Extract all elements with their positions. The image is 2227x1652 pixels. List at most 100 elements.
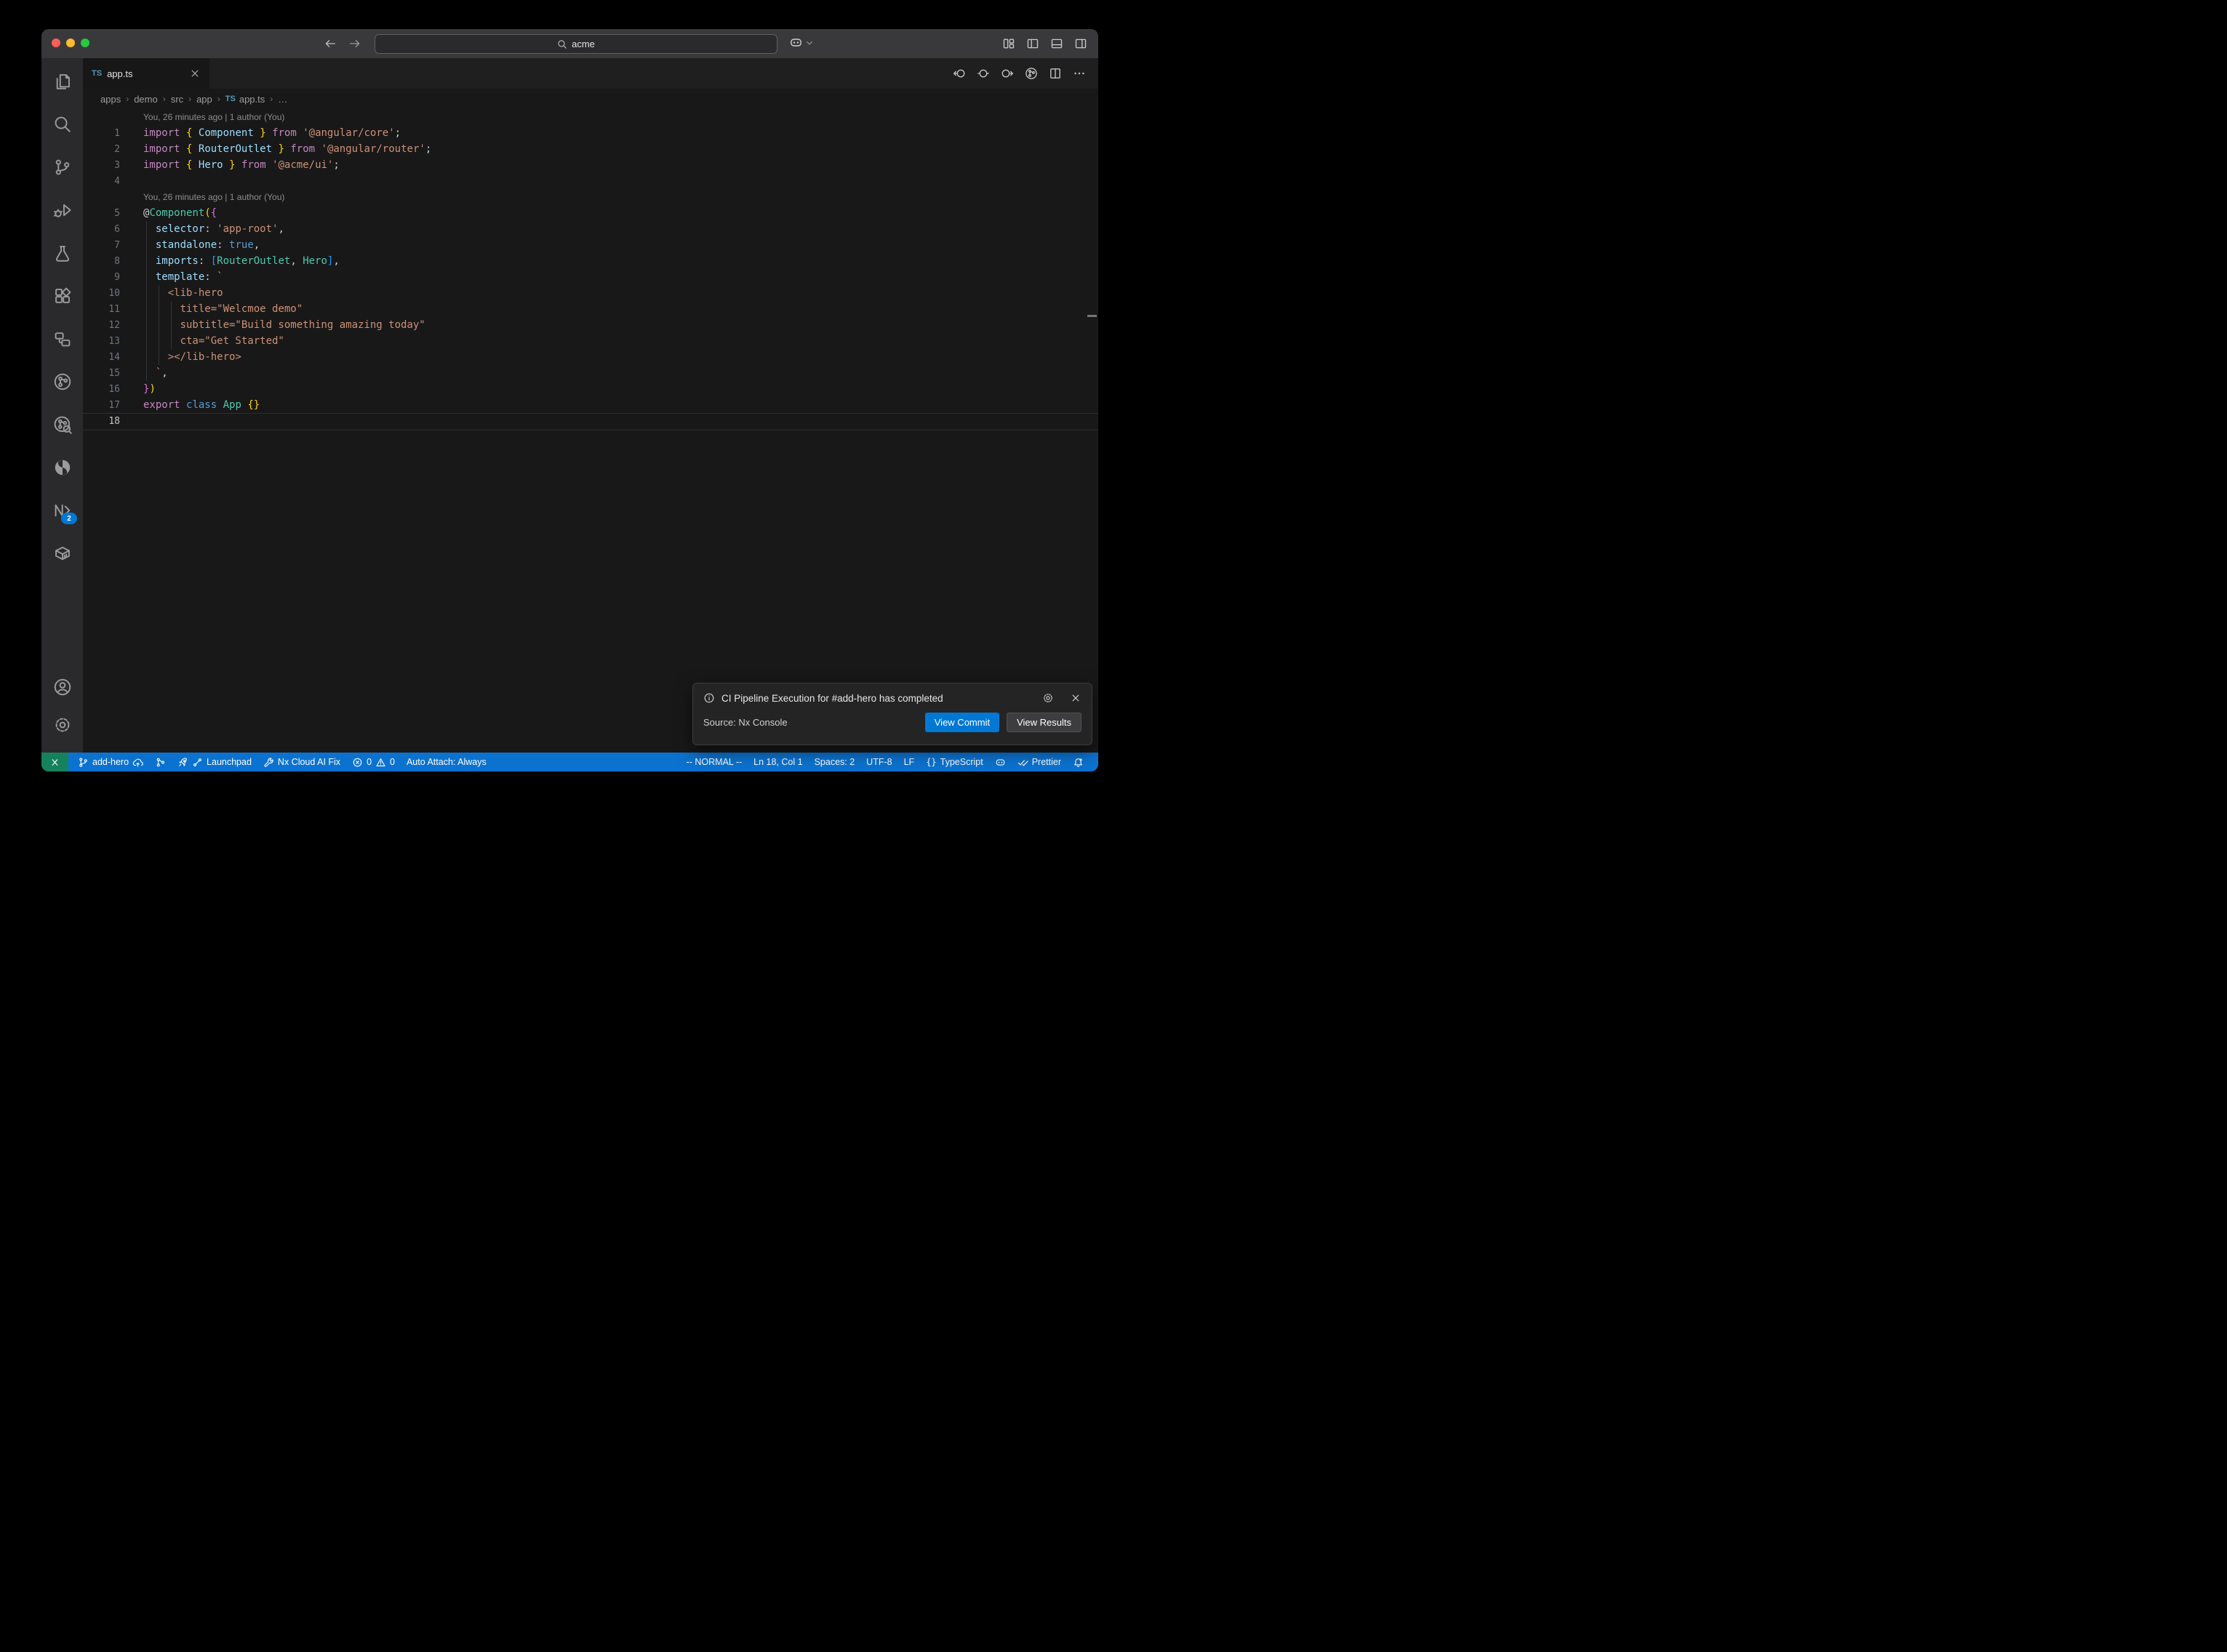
line-number[interactable]: 7 <box>83 240 120 251</box>
git-blame-annotation[interactable]: You, 26 minutes ago | 1 author (You) <box>83 109 1098 125</box>
code-line-16[interactable]: 16}) <box>83 381 1098 397</box>
close-window-button[interactable] <box>52 39 60 47</box>
line-number[interactable]: 18 <box>83 416 120 427</box>
line-number[interactable]: 12 <box>83 320 120 331</box>
code-line-8[interactable]: 8 imports: [RouterOutlet, Hero], <box>83 253 1098 269</box>
line-number[interactable]: 6 <box>83 224 120 235</box>
commit-graph-icon[interactable] <box>1025 67 1038 80</box>
activitybar-item-accounts[interactable] <box>41 668 83 706</box>
activitybar-item-testing[interactable] <box>41 231 83 274</box>
open-changes-icon[interactable] <box>977 67 990 80</box>
notification-settings-icon[interactable] <box>1042 692 1054 704</box>
line-number[interactable]: 5 <box>83 208 120 219</box>
breadcrumb-symbol[interactable]: … <box>278 94 287 105</box>
statusbar-encoding[interactable]: UTF-8 <box>860 753 897 771</box>
line-number[interactable]: 10 <box>83 288 120 299</box>
statusbar-cursor-position[interactable]: Ln 18, Col 1 <box>748 753 808 771</box>
breadcrumb-item-app[interactable]: app <box>196 94 212 105</box>
activitybar-item-container-tools[interactable] <box>41 532 83 574</box>
customize-layout-icon[interactable] <box>1002 37 1015 50</box>
remote-indicator[interactable] <box>41 753 68 771</box>
code-line-13[interactable]: 13 cta="Get Started" <box>83 333 1098 349</box>
statusbar-formatter[interactable]: Prettier <box>1012 753 1067 771</box>
notification-close-icon[interactable] <box>1070 692 1081 704</box>
breadcrumb-item-src[interactable]: src <box>171 94 183 105</box>
line-number[interactable]: 16 <box>83 384 120 395</box>
view-commit-button[interactable]: View Commit <box>925 713 999 732</box>
line-number[interactable]: 11 <box>83 304 120 315</box>
activitybar-item-run-and-debug[interactable] <box>41 188 83 231</box>
activitybar-item-manage[interactable] <box>41 706 83 744</box>
toggle-panel-icon[interactable] <box>1050 37 1063 50</box>
code-line-4[interactable]: 4 <box>83 173 1098 189</box>
activitybar-item-source-control[interactable] <box>41 145 83 188</box>
line-number[interactable]: 13 <box>83 336 120 347</box>
back-icon[interactable] <box>324 37 337 50</box>
statusbar-vim-mode[interactable]: -- NORMAL -- <box>681 753 748 771</box>
command-center-search[interactable]: acme <box>375 34 777 54</box>
code-line-3[interactable]: 3import { Hero } from '@acme/ui'; <box>83 157 1098 173</box>
statusbar-eol[interactable]: LF <box>898 753 921 771</box>
activitybar-item-gitlens-inspect[interactable] <box>41 403 83 446</box>
breadcrumb-item-demo[interactable]: demo <box>134 94 158 105</box>
line-number[interactable]: 2 <box>83 144 120 155</box>
line-number[interactable]: 9 <box>83 272 120 283</box>
code-line-5[interactable]: 5@Component({ <box>83 205 1098 221</box>
code-line-1[interactable]: 1import { Component } from '@angular/cor… <box>83 125 1098 141</box>
activitybar-item-extensions[interactable] <box>41 274 83 317</box>
copilot-menu[interactable] <box>789 36 814 49</box>
toggle-secondary-sidebar-icon[interactable] <box>1074 37 1087 50</box>
statusbar-branch[interactable]: add-hero <box>72 753 149 771</box>
code-line-11[interactable]: 11 title="Welcmoe demo" <box>83 301 1098 317</box>
line-number[interactable]: 4 <box>83 176 120 187</box>
statusbar-nx-cloud-ai-fix[interactable]: Nx Cloud AI Fix <box>257 753 346 771</box>
line-number[interactable]: 17 <box>83 400 120 411</box>
activitybar-item-project-graph[interactable] <box>41 317 83 360</box>
code-line-12[interactable]: 12 subtitle="Build something amazing tod… <box>83 317 1098 333</box>
code-line-2[interactable]: 2import { RouterOutlet } from '@angular/… <box>83 141 1098 157</box>
toggle-primary-sidebar-icon[interactable] <box>1026 37 1039 50</box>
close-tab-icon[interactable] <box>189 68 201 79</box>
code-token <box>180 399 186 411</box>
activitybar-item-explorer[interactable] <box>41 60 83 103</box>
tab-app-ts[interactable]: TS app.ts <box>83 58 209 89</box>
code-line-18[interactable]: 18 <box>83 413 1098 429</box>
code-line-7[interactable]: 7 standalone: true, <box>83 237 1098 253</box>
statusbar-indentation[interactable]: Spaces: 2 <box>809 753 861 771</box>
activitybar-item-nx-console[interactable]: 2 <box>41 489 83 532</box>
activitybar-item-search[interactable] <box>41 103 83 145</box>
zoom-window-button[interactable] <box>81 39 89 47</box>
activitybar-item-console-ninja[interactable] <box>41 446 83 489</box>
code-line-9[interactable]: 9 template: ` <box>83 269 1098 285</box>
view-results-button[interactable]: View Results <box>1007 713 1081 732</box>
git-blame-annotation[interactable]: You, 26 minutes ago | 1 author (You) <box>83 189 1098 205</box>
code-line-15[interactable]: 15 `, <box>83 365 1098 381</box>
statusbar-notifications-bell[interactable] <box>1067 753 1089 771</box>
line-number[interactable]: 3 <box>83 160 120 171</box>
minimize-window-button[interactable] <box>66 39 75 47</box>
forward-icon[interactable] <box>348 37 361 50</box>
breadcrumb-item-apps[interactable]: apps <box>100 94 121 105</box>
more-actions-icon[interactable] <box>1073 67 1086 80</box>
statusbar-launchpad[interactable]: Launchpad <box>172 753 257 771</box>
code-line-17[interactable]: 17export class App {} <box>83 397 1098 413</box>
line-number[interactable]: 1 <box>83 128 120 139</box>
code-line-10[interactable]: 10 <lib-hero <box>83 285 1098 301</box>
code-editor[interactable]: You, 26 minutes ago | 1 author (You)1imp… <box>83 109 1098 753</box>
code-line-14[interactable]: 14 ></lib-hero> <box>83 349 1098 365</box>
line-number[interactable]: 14 <box>83 352 120 363</box>
statusbar-copilot-status[interactable] <box>989 753 1012 771</box>
breadcrumb-file[interactable]: TSapp.ts <box>225 94 265 105</box>
notification-body: Source: Nx Console View Commit View Resu… <box>703 713 1081 732</box>
activitybar-item-gitlens[interactable] <box>41 360 83 403</box>
statusbar-auto-attach[interactable]: Auto Attach: Always <box>401 753 492 771</box>
code-line-6[interactable]: 6 selector: 'app-root', <box>83 221 1098 237</box>
previous-change-icon[interactable] <box>953 67 966 80</box>
statusbar-commit-graph[interactable] <box>149 753 172 771</box>
statusbar-language-mode[interactable]: {}TypeScript <box>920 753 989 771</box>
line-number[interactable]: 8 <box>83 256 120 267</box>
statusbar-problems[interactable]: 00 <box>346 753 401 771</box>
line-number[interactable]: 15 <box>83 368 120 379</box>
split-editor-icon[interactable] <box>1049 67 1062 80</box>
next-change-icon[interactable] <box>1001 67 1014 80</box>
